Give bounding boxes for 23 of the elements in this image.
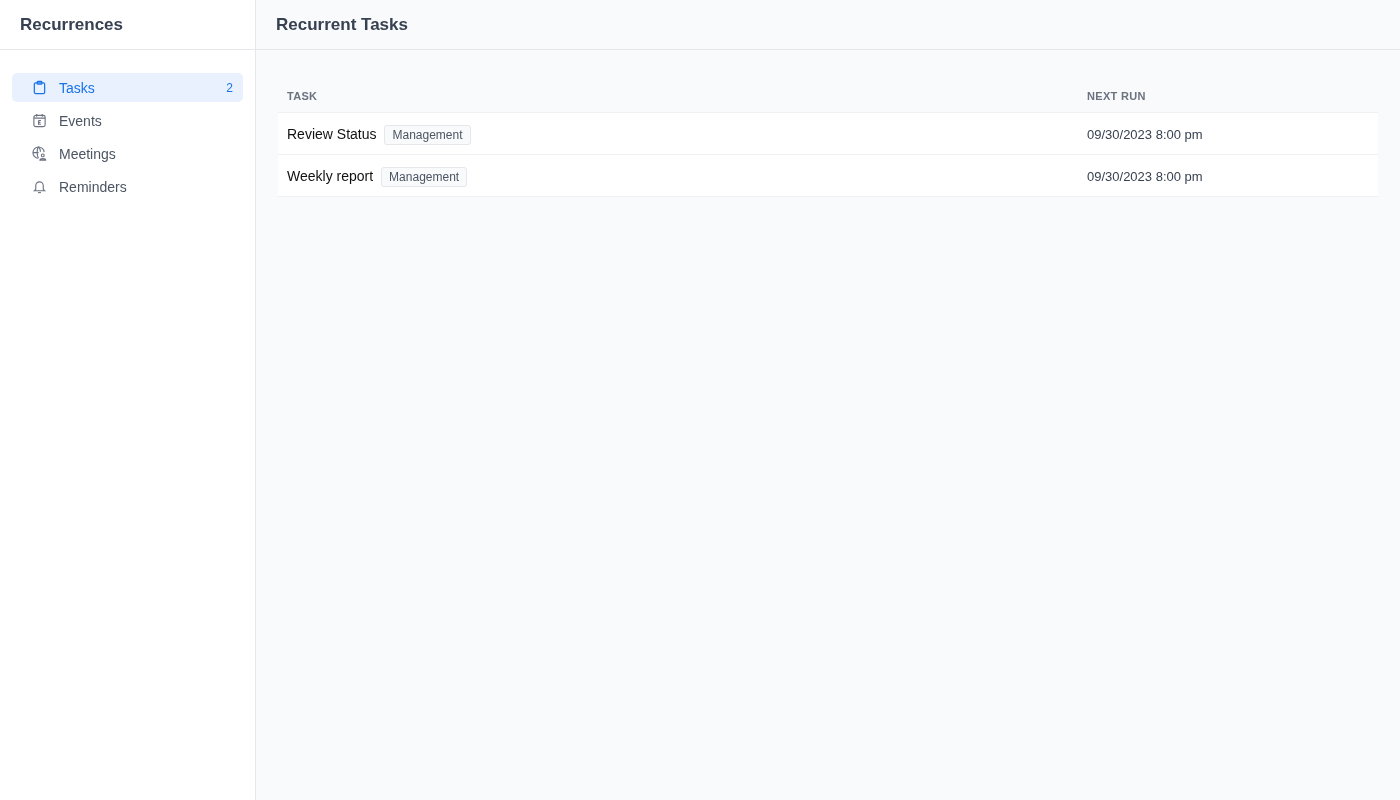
sidebar-item[interactable]: Tasks 2 [12,73,243,102]
task-name: Weekly report [287,167,374,184]
column-header: TASK [278,80,1078,113]
item-count: 2 [226,80,233,95]
page-title: Recurrent Tasks [276,14,408,35]
task-name: Review Status [287,125,377,142]
category-tag: Management [384,124,471,145]
clipboard-icon [32,80,47,95]
next-run-time: 09/30/2023 8:00 pm [1087,126,1203,142]
item-label: Meetings [59,145,117,162]
calendar-icon [32,113,47,128]
category-tag: Management [381,166,468,187]
item-label: Reminders [59,178,128,195]
sidebar-title: Recurrences [20,14,123,35]
sidebar-item[interactable]: Reminders [12,172,243,201]
next-run-time: 09/30/2023 8:00 pm [1087,168,1203,184]
globe-person-icon [32,146,47,161]
sidebar-item[interactable]: Meetings [12,139,243,168]
column-header: NEXT RUN [1078,80,1378,113]
item-label: Tasks [59,79,96,96]
item-label: Events [59,112,103,129]
bell-icon [32,179,47,194]
sidebar-item[interactable]: Events [12,106,243,135]
